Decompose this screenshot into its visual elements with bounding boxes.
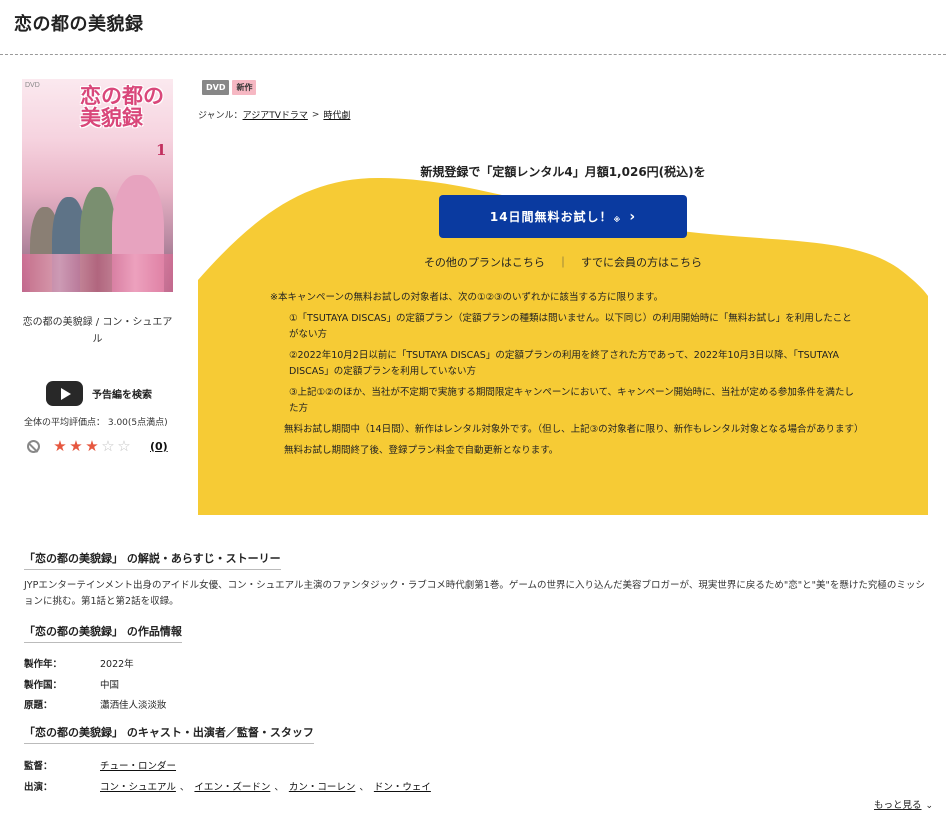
info-label: 原題：: [24, 700, 53, 711]
campaign-note-period: 無料お試し期間中（14日間）、新作はレンタル対象外です。（但し、上記③の対象者に…: [284, 424, 864, 435]
member-login-link[interactable]: すでに会員の方はこちら: [581, 256, 702, 269]
chevron-down-icon: ⌄: [925, 801, 934, 811]
info-row-cast: 出演： コン・シュエアル 、 イエン・ズードン 、 カン・コーレン 、 ドン・ウ…: [24, 779, 431, 793]
average-rating-text: 全体の平均評価点： 3.00(5点満点): [24, 418, 168, 428]
cast-link[interactable]: ドン・ウェイ: [374, 779, 431, 793]
free-trial-button-label: 14日間無料お試し！: [489, 210, 613, 224]
breadcrumb-separator: >: [311, 109, 320, 120]
genre-link-asian-tv-drama[interactable]: アジアTVドラマ: [243, 108, 308, 121]
trailer-search-label: 予告編を検索: [92, 389, 152, 401]
work-caption: 恋の都の美貌録 / コン・シュエアル: [22, 317, 173, 345]
product-badges: DVD 新作: [202, 80, 257, 95]
free-trial-note-mark: ※: [613, 215, 622, 224]
synopsis-text: JYPエンターテインメント出身のアイドル女優、コン・シュエアル主演のファンタジッ…: [24, 580, 925, 607]
campaign-notes: ※本キャンペーンの無料お試しの対象者は、次の①②③のいずれかに該当する方に限りま…: [270, 290, 864, 464]
cast-link[interactable]: コン・シュエアル: [100, 779, 176, 793]
info-value: 瀟洒佳人淡淡妝: [100, 700, 167, 711]
genre-link-period-drama[interactable]: 時代劇: [323, 108, 350, 121]
info-row-country: 製作国： 中国: [24, 677, 119, 691]
director-link[interactable]: チュー・ロンダー: [100, 758, 176, 772]
star-empty-icon[interactable]: ☆: [116, 438, 132, 454]
cover-title-logo: 恋の都の美貌録: [80, 83, 164, 131]
header-divider: [0, 54, 946, 55]
other-plans-link[interactable]: その他のプランはこちら: [424, 256, 545, 269]
info-label: 監督：: [24, 761, 53, 772]
cast-separator: 、: [274, 782, 284, 793]
free-trial-button[interactable]: 14日間無料お試し！ ※ ›: [439, 195, 687, 238]
cast-separator: 、: [359, 782, 369, 793]
genre-label: ジャンル：: [198, 111, 243, 121]
dvd-cover-image[interactable]: DVD 恋の都の美貌録 1: [22, 79, 173, 292]
cast-link[interactable]: カン・コーレン: [289, 779, 356, 793]
info-row-director: 監督： チュー・ロンダー: [24, 758, 176, 772]
campaign-note-lead: ※本キャンペーンの無料お試しの対象者は、次の①②③のいずれかに該当する方に限りま…: [270, 292, 664, 303]
show-more-link[interactable]: もっと見る ⌄: [874, 797, 933, 811]
link-divider: ｜: [557, 256, 569, 269]
not-interested-icon[interactable]: [27, 439, 40, 453]
genre-breadcrumb: ジャンル： アジアTVドラマ > 時代劇: [198, 108, 350, 122]
chevron-right-icon: ›: [629, 208, 637, 225]
campaign-note-renewal: 無料お試し期間終了後、登録プラン料金で自動更新となります。: [284, 445, 559, 456]
work-info-heading: 「恋の都の美貌録」 の作品情報: [24, 623, 182, 643]
plan-links: その他のプランはこちら ｜ すでに会員の方はこちら: [198, 254, 928, 270]
info-label: 製作国：: [24, 680, 63, 691]
cast-link[interactable]: イエン・ズードン: [194, 779, 270, 793]
info-row-year: 製作年： 2022年: [24, 656, 134, 670]
star-rating[interactable]: ★ ★ ★ ☆ ☆: [52, 438, 132, 454]
show-more-label: もっと見る: [874, 800, 922, 811]
campaign-note-item: ①「TSUTAYA DISCAS」の定額プラン（定額プランの種類は問いません。以…: [289, 313, 852, 340]
cover-flowers: [22, 254, 173, 292]
star-filled-icon[interactable]: ★: [68, 438, 84, 454]
info-value: 2022年: [100, 659, 134, 670]
youtube-play-icon: [46, 380, 83, 406]
star-filled-icon[interactable]: ★: [84, 438, 100, 454]
cover-dvd-mark: DVD: [25, 82, 40, 89]
review-count-link[interactable]: (0): [150, 440, 168, 453]
dvd-badge: DVD: [202, 80, 230, 95]
star-filled-icon[interactable]: ★: [52, 438, 68, 454]
info-value: 中国: [100, 680, 120, 691]
page-title: 恋の都の美貌録: [14, 14, 144, 35]
promo-headline: 新規登録で「定額レンタル4」月額1,026円(税込)を: [420, 165, 706, 179]
rating-row: ★ ★ ★ ☆ ☆ (0): [27, 435, 168, 457]
cover-volume-number: 1: [156, 141, 167, 159]
info-label: 出演：: [24, 782, 53, 793]
info-label: 製作年：: [24, 659, 63, 670]
campaign-note-item: ②2022年10月2日以前に「TSUTAYA DISCAS」の定額プランの利用を…: [289, 350, 840, 377]
campaign-note-item: ③上記①②のほか、当社が不定期で実施する期間限定キャンペーンにおいて、キャンペー…: [289, 387, 854, 414]
new-release-badge: 新作: [232, 80, 257, 95]
star-empty-icon[interactable]: ☆: [100, 438, 116, 454]
cast-heading: 「恋の都の美貌録」 のキャスト・出演者／監督・スタッフ: [24, 724, 314, 744]
info-row-original-title: 原題： 瀟洒佳人淡淡妝: [24, 697, 167, 711]
cast-separator: 、: [179, 782, 190, 793]
trailer-search-button[interactable]: 予告編を検索: [46, 380, 152, 406]
synopsis-heading: 「恋の都の美貌録」 の解説・あらすじ・ストーリー: [24, 550, 281, 570]
